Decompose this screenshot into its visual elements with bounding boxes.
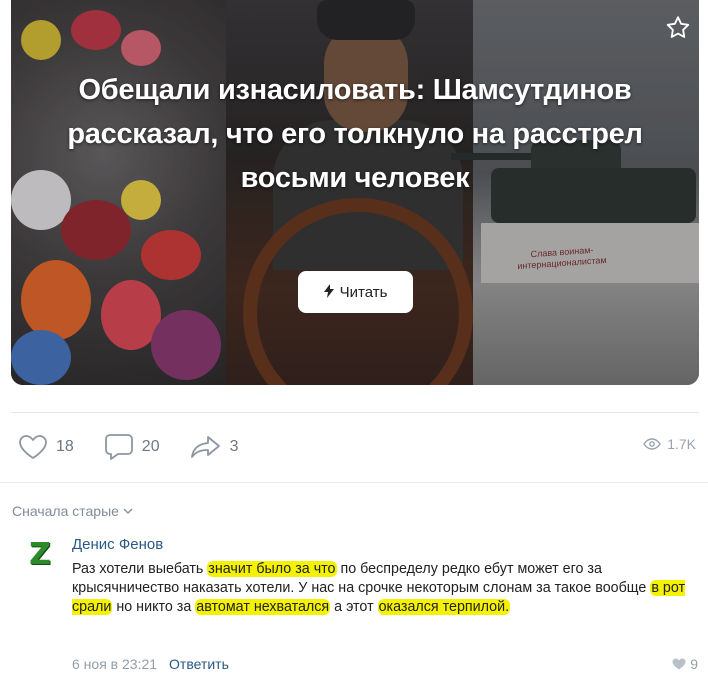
comment-button[interactable]: 20 (104, 433, 160, 461)
sort-label: Сначала старые (12, 503, 119, 519)
comment-author[interactable]: Денис Фенов (72, 536, 163, 553)
highlighted-text: автомат нехватался (195, 599, 331, 615)
comment-like-button[interactable]: 9 (672, 656, 698, 672)
heart-icon (672, 658, 686, 670)
share-button[interactable]: 3 (190, 434, 239, 460)
views-counter: 1.7K (643, 436, 696, 452)
comment-text: Раз хотели выебать значит было за что по… (72, 560, 700, 617)
post-actions: 18 20 3 (18, 432, 269, 462)
comment-meta: 6 ноя в 23:21 Ответить (72, 656, 229, 672)
comment-text-part: а этот (330, 599, 378, 615)
comment-sort-dropdown[interactable]: Сначала старые (12, 503, 133, 519)
divider (11, 412, 699, 413)
heart-icon (19, 435, 47, 459)
comment-icon (104, 434, 133, 460)
read-button[interactable]: Читать (298, 271, 413, 313)
post-title[interactable]: Обещали изнасиловать: Шамсутдинов расска… (41, 68, 669, 200)
reply-button[interactable]: Ответить (169, 656, 229, 672)
like-button[interactable]: 18 (18, 434, 74, 460)
divider (0, 482, 708, 483)
eye-icon (643, 438, 662, 450)
lightning-icon (323, 283, 334, 301)
comment-text-part: Раз хотели выебать (72, 561, 208, 577)
read-button-label: Читать (339, 283, 388, 301)
like-count: 18 (56, 438, 74, 455)
comment-text-part: но никто за (112, 599, 196, 615)
bookmark-star-icon[interactable] (663, 14, 693, 44)
highlighted-text: оказался терпилой. (377, 599, 511, 615)
post-card[interactable]: Слава воинам-интернационалистам Обещали … (11, 0, 699, 385)
share-icon (190, 436, 220, 458)
chevron-down-icon (123, 508, 133, 514)
comment-like-count: 9 (690, 656, 698, 672)
share-count: 3 (229, 438, 239, 455)
comment-count: 20 (141, 438, 160, 455)
star-icon (666, 16, 690, 38)
avatar[interactable]: Z (24, 537, 56, 572)
comment-date[interactable]: 6 ноя в 23:21 (72, 656, 157, 672)
views-count: 1.7K (667, 436, 696, 452)
highlighted-text: значит было за что (207, 561, 337, 577)
